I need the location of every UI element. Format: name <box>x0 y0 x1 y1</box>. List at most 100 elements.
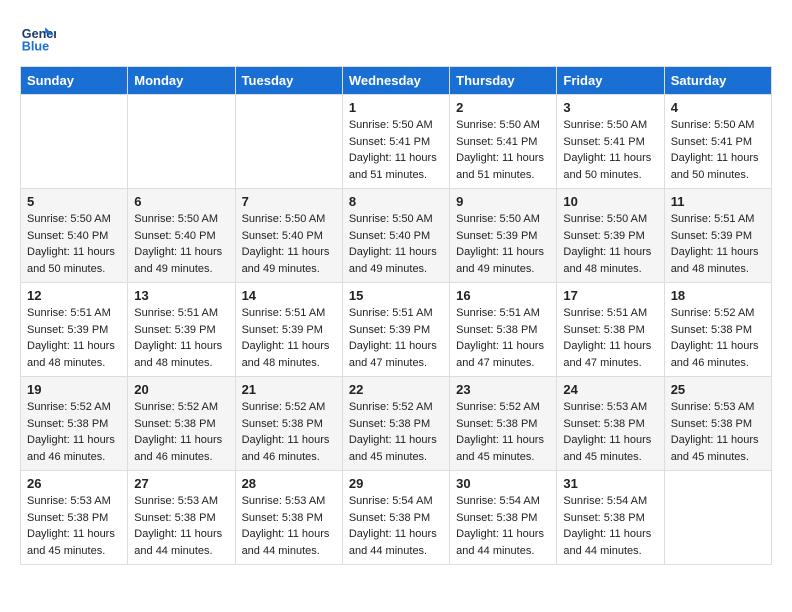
day-info: Sunrise: 5:50 AM Sunset: 5:40 PM Dayligh… <box>27 211 121 277</box>
calendar-week-row: 5 Sunrise: 5:50 AM Sunset: 5:40 PM Daylig… <box>21 189 772 283</box>
day-info: Sunrise: 5:53 AM Sunset: 5:38 PM Dayligh… <box>27 493 121 559</box>
day-number: 18 <box>671 288 765 303</box>
day-info: Sunrise: 5:52 AM Sunset: 5:38 PM Dayligh… <box>671 305 765 371</box>
calendar-cell: 26 Sunrise: 5:53 AM Sunset: 5:38 PM Dayli… <box>21 471 128 565</box>
calendar-cell: 28 Sunrise: 5:53 AM Sunset: 5:38 PM Dayli… <box>235 471 342 565</box>
page-header: General Blue <box>20 20 772 56</box>
calendar-cell: 7Sunrise: 5:50 AM Sunset: 5:40 PM Daylig… <box>235 189 342 283</box>
day-number: 2 <box>456 100 550 115</box>
header-sunday: Sunday <box>21 67 128 95</box>
header-tuesday: Tuesday <box>235 67 342 95</box>
day-info: Sunrise: 5:50 AM Sunset: 5:41 PM Dayligh… <box>563 117 657 183</box>
day-info: Sunrise: 5:54 AM Sunset: 5:38 PM Dayligh… <box>349 493 443 559</box>
day-info: Sunrise: 5:53 AM Sunset: 5:38 PM Dayligh… <box>563 399 657 465</box>
day-info: Sunrise: 5:51 AM Sunset: 5:39 PM Dayligh… <box>27 305 121 371</box>
day-info: Sunrise: 5:51 AM Sunset: 5:38 PM Dayligh… <box>563 305 657 371</box>
day-number: 5 <box>27 194 121 209</box>
logo-icon: General Blue <box>20 20 56 56</box>
day-number: 12 <box>27 288 121 303</box>
day-info: Sunrise: 5:52 AM Sunset: 5:38 PM Dayligh… <box>27 399 121 465</box>
day-number: 27 <box>134 476 228 491</box>
day-info: Sunrise: 5:51 AM Sunset: 5:39 PM Dayligh… <box>134 305 228 371</box>
day-info: Sunrise: 5:53 AM Sunset: 5:38 PM Dayligh… <box>242 493 336 559</box>
calendar-cell: 15Sunrise: 5:51 AM Sunset: 5:39 PM Dayli… <box>342 283 449 377</box>
calendar-cell: 17 Sunrise: 5:51 AM Sunset: 5:38 PM Dayli… <box>557 283 664 377</box>
calendar-cell: 8Sunrise: 5:50 AM Sunset: 5:40 PM Daylig… <box>342 189 449 283</box>
calendar-cell: 1 Sunrise: 5:50 AM Sunset: 5:41 PM Daylig… <box>342 95 449 189</box>
header-saturday: Saturday <box>664 67 771 95</box>
day-number: 14 <box>242 288 336 303</box>
header-monday: Monday <box>128 67 235 95</box>
calendar-table: SundayMondayTuesdayWednesdayThursdayFrid… <box>20 66 772 565</box>
header-wednesday: Wednesday <box>342 67 449 95</box>
calendar-cell: 16Sunrise: 5:51 AM Sunset: 5:38 PM Dayli… <box>450 283 557 377</box>
calendar-cell: 19 Sunrise: 5:52 AM Sunset: 5:38 PM Dayli… <box>21 377 128 471</box>
day-number: 7 <box>242 194 336 209</box>
day-info: Sunrise: 5:52 AM Sunset: 5:38 PM Dayligh… <box>456 399 550 465</box>
calendar-cell <box>235 95 342 189</box>
day-number: 22 <box>349 382 443 397</box>
day-info: Sunrise: 5:50 AM Sunset: 5:41 PM Dayligh… <box>349 117 443 183</box>
day-number: 20 <box>134 382 228 397</box>
day-number: 13 <box>134 288 228 303</box>
calendar-cell: 14 Sunrise: 5:51 AM Sunset: 5:39 PM Dayli… <box>235 283 342 377</box>
calendar-header-row: SundayMondayTuesdayWednesdayThursdayFrid… <box>21 67 772 95</box>
calendar-cell: 2 Sunrise: 5:50 AM Sunset: 5:41 PM Daylig… <box>450 95 557 189</box>
calendar-cell: 30 Sunrise: 5:54 AM Sunset: 5:38 PM Dayli… <box>450 471 557 565</box>
day-number: 6 <box>134 194 228 209</box>
calendar-cell: 25 Sunrise: 5:53 AM Sunset: 5:38 PM Dayli… <box>664 377 771 471</box>
calendar-cell: 6 Sunrise: 5:50 AM Sunset: 5:40 PM Daylig… <box>128 189 235 283</box>
day-info: Sunrise: 5:50 AM Sunset: 5:40 PM Dayligh… <box>134 211 228 277</box>
day-number: 29 <box>349 476 443 491</box>
calendar-cell <box>128 95 235 189</box>
day-info: Sunrise: 5:53 AM Sunset: 5:38 PM Dayligh… <box>671 399 765 465</box>
calendar-cell: 11Sunrise: 5:51 AM Sunset: 5:39 PM Dayli… <box>664 189 771 283</box>
day-number: 4 <box>671 100 765 115</box>
day-number: 15 <box>349 288 443 303</box>
day-number: 30 <box>456 476 550 491</box>
day-number: 1 <box>349 100 443 115</box>
calendar-cell: 4 Sunrise: 5:50 AM Sunset: 5:41 PM Daylig… <box>664 95 771 189</box>
day-number: 10 <box>563 194 657 209</box>
calendar-cell <box>664 471 771 565</box>
day-info: Sunrise: 5:51 AM Sunset: 5:39 PM Dayligh… <box>671 211 765 277</box>
day-info: Sunrise: 5:50 AM Sunset: 5:39 PM Dayligh… <box>456 211 550 277</box>
day-info: Sunrise: 5:50 AM Sunset: 5:40 PM Dayligh… <box>349 211 443 277</box>
calendar-cell: 21 Sunrise: 5:52 AM Sunset: 5:38 PM Dayli… <box>235 377 342 471</box>
calendar-cell: 12 Sunrise: 5:51 AM Sunset: 5:39 PM Dayli… <box>21 283 128 377</box>
day-info: Sunrise: 5:50 AM Sunset: 5:41 PM Dayligh… <box>671 117 765 183</box>
day-number: 21 <box>242 382 336 397</box>
day-info: Sunrise: 5:54 AM Sunset: 5:38 PM Dayligh… <box>456 493 550 559</box>
calendar-cell: 22 Sunrise: 5:52 AM Sunset: 5:38 PM Dayli… <box>342 377 449 471</box>
day-info: Sunrise: 5:53 AM Sunset: 5:38 PM Dayligh… <box>134 493 228 559</box>
calendar-cell: 24 Sunrise: 5:53 AM Sunset: 5:38 PM Dayli… <box>557 377 664 471</box>
header-thursday: Thursday <box>450 67 557 95</box>
header-friday: Friday <box>557 67 664 95</box>
day-number: 25 <box>671 382 765 397</box>
calendar-cell: 9 Sunrise: 5:50 AM Sunset: 5:39 PM Daylig… <box>450 189 557 283</box>
day-info: Sunrise: 5:52 AM Sunset: 5:38 PM Dayligh… <box>134 399 228 465</box>
calendar-week-row: 1 Sunrise: 5:50 AM Sunset: 5:41 PM Daylig… <box>21 95 772 189</box>
calendar-cell: 27 Sunrise: 5:53 AM Sunset: 5:38 PM Dayli… <box>128 471 235 565</box>
day-number: 19 <box>27 382 121 397</box>
day-info: Sunrise: 5:51 AM Sunset: 5:39 PM Dayligh… <box>242 305 336 371</box>
day-info: Sunrise: 5:50 AM Sunset: 5:41 PM Dayligh… <box>456 117 550 183</box>
day-number: 26 <box>27 476 121 491</box>
day-info: Sunrise: 5:50 AM Sunset: 5:39 PM Dayligh… <box>563 211 657 277</box>
day-number: 9 <box>456 194 550 209</box>
calendar-cell: 31Sunrise: 5:54 AM Sunset: 5:38 PM Dayli… <box>557 471 664 565</box>
day-number: 28 <box>242 476 336 491</box>
day-number: 17 <box>563 288 657 303</box>
svg-text:Blue: Blue <box>22 40 49 54</box>
calendar-cell: 10 Sunrise: 5:50 AM Sunset: 5:39 PM Dayli… <box>557 189 664 283</box>
calendar-week-row: 26 Sunrise: 5:53 AM Sunset: 5:38 PM Dayli… <box>21 471 772 565</box>
day-info: Sunrise: 5:52 AM Sunset: 5:38 PM Dayligh… <box>242 399 336 465</box>
day-number: 24 <box>563 382 657 397</box>
day-number: 16 <box>456 288 550 303</box>
calendar-cell: 5 Sunrise: 5:50 AM Sunset: 5:40 PM Daylig… <box>21 189 128 283</box>
calendar-cell: 3 Sunrise: 5:50 AM Sunset: 5:41 PM Daylig… <box>557 95 664 189</box>
day-number: 3 <box>563 100 657 115</box>
day-info: Sunrise: 5:52 AM Sunset: 5:38 PM Dayligh… <box>349 399 443 465</box>
calendar-cell: 20 Sunrise: 5:52 AM Sunset: 5:38 PM Dayli… <box>128 377 235 471</box>
calendar-cell <box>21 95 128 189</box>
